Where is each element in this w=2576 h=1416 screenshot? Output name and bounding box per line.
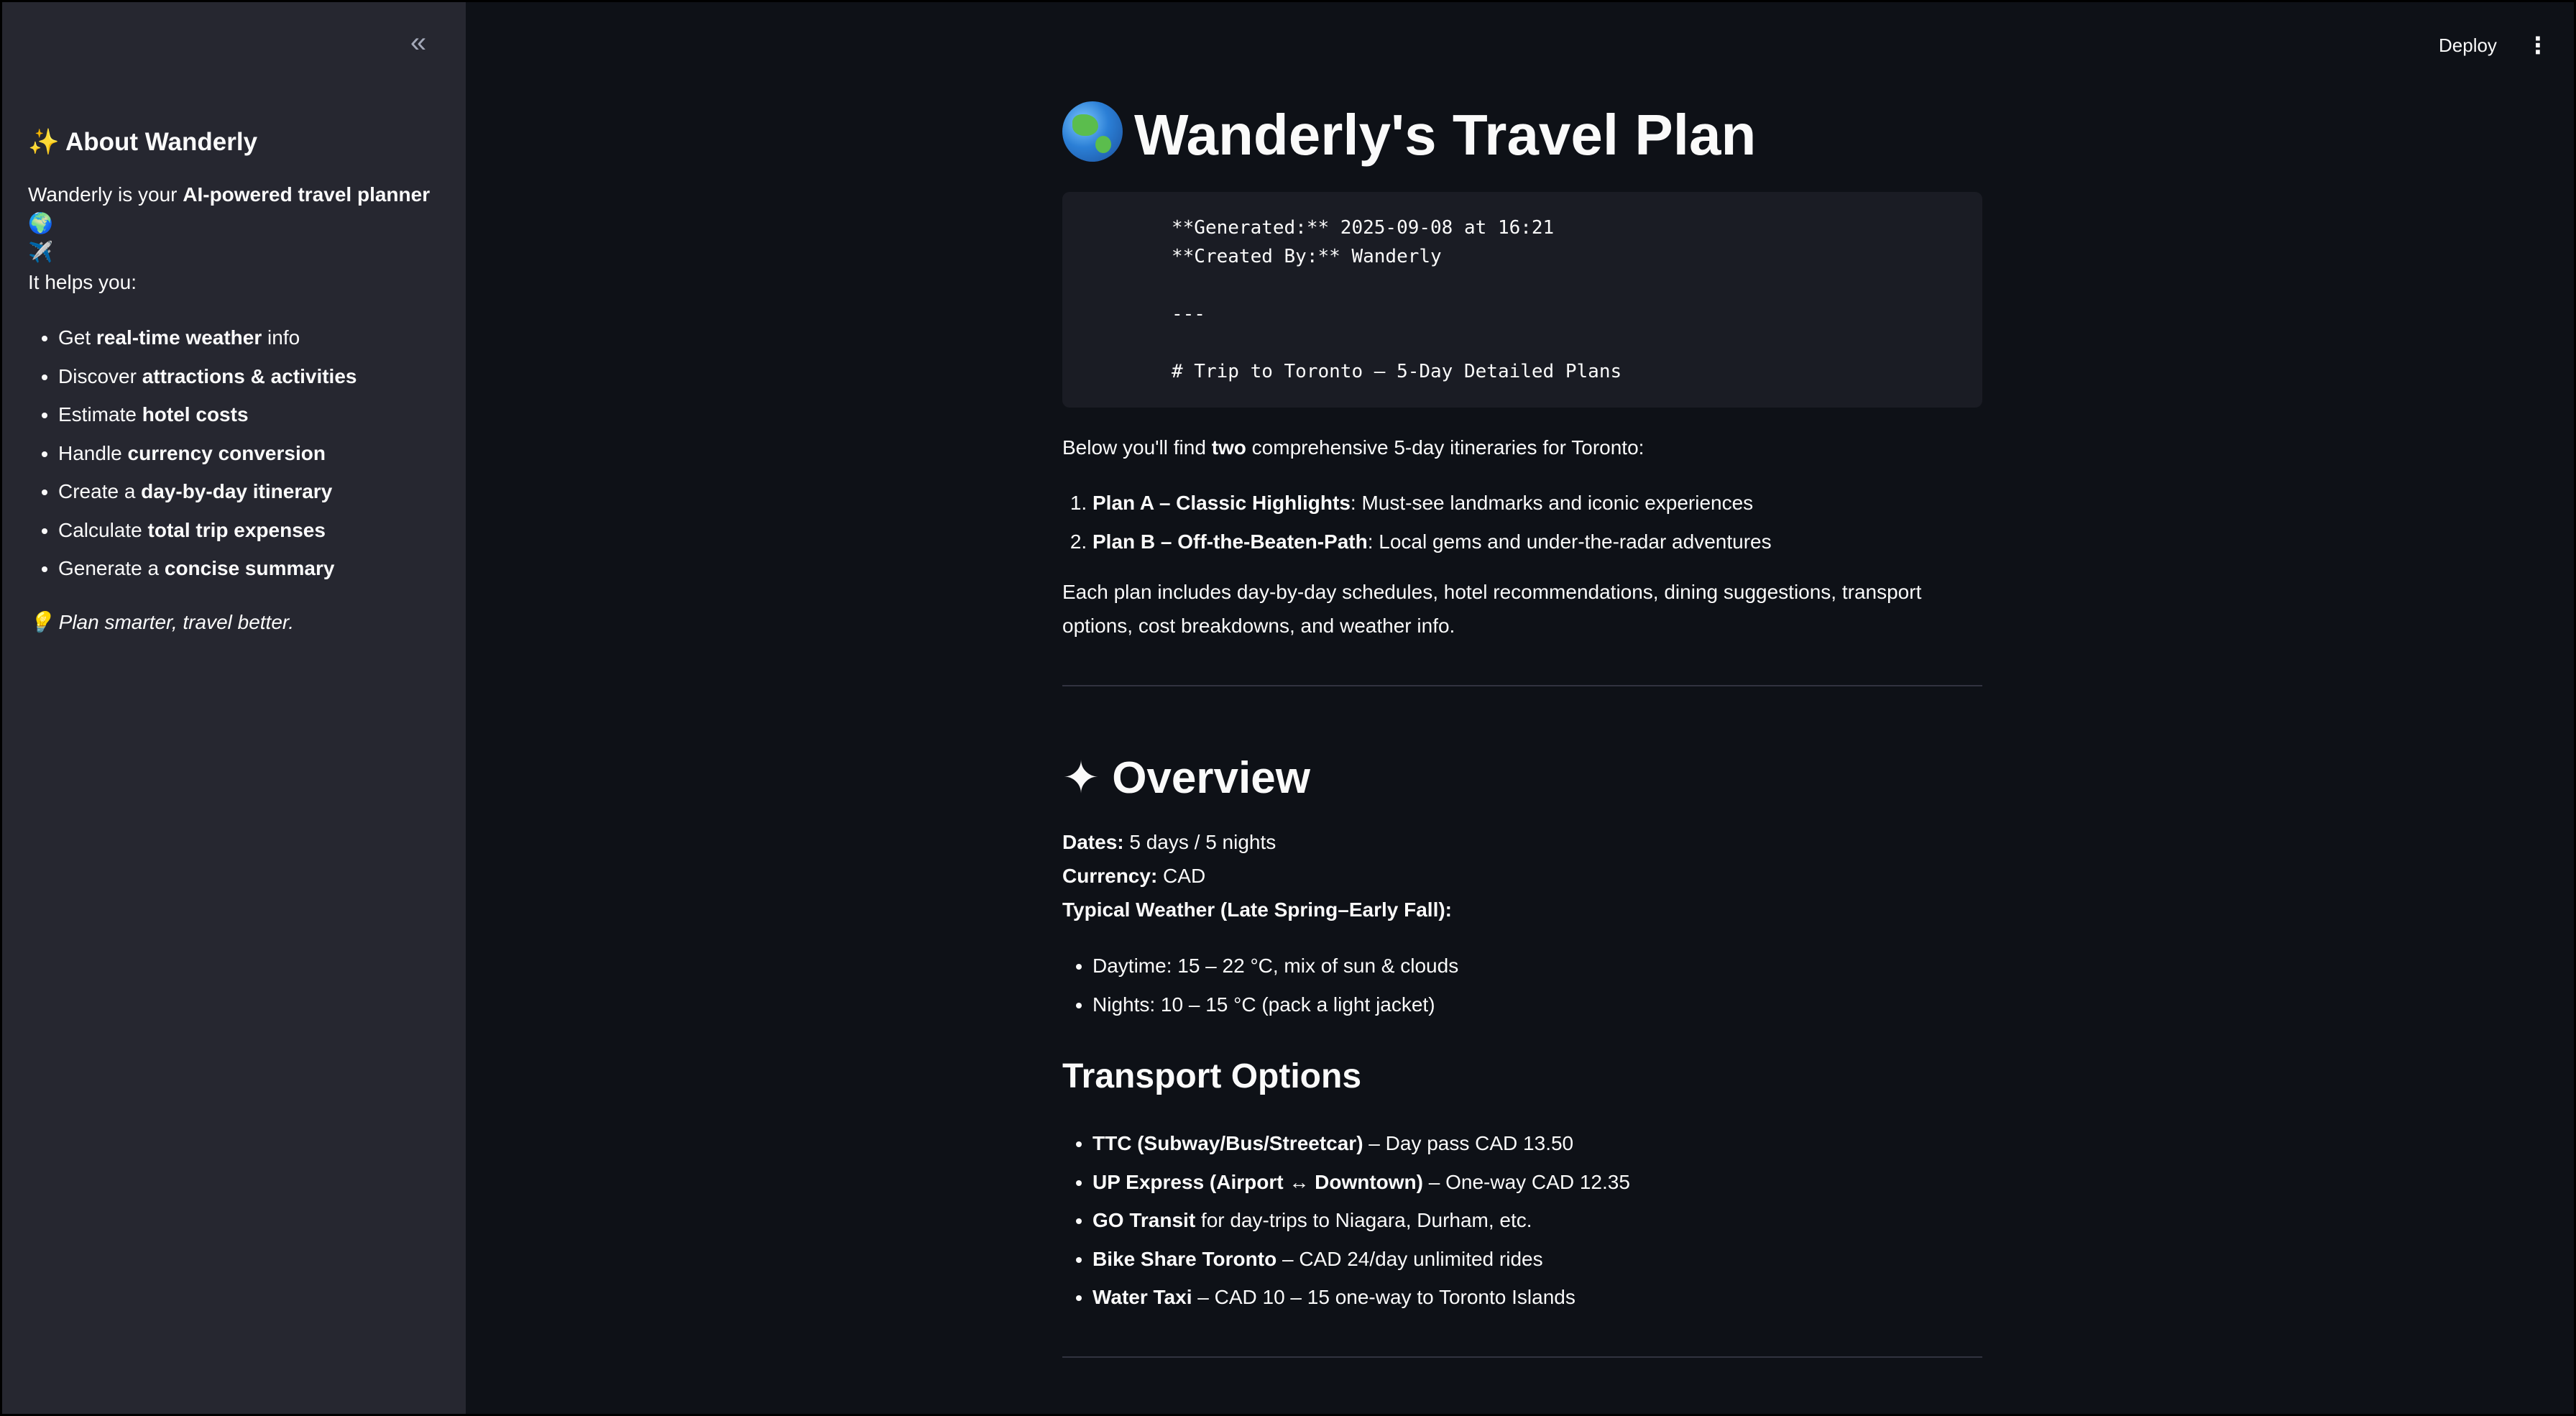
transport-list: TTC (Subway/Bus/Streetcar) – Day pass CA… [1062,1124,1630,1317]
code-line: ​ [1172,328,1982,357]
list-item: TTC (Subway/Bus/Streetcar) – Day pass CA… [1092,1124,1630,1163]
list-item: Discover attractions & activities [58,357,356,396]
list-item: Estimate hotel costs [58,395,356,434]
sidebar-title: ✨ About Wanderly [28,128,258,156]
list-item: Plan A – Classic Highlights: Must-see la… [1092,484,1772,523]
sidebar-intro-prefix: Wanderly is your [28,183,183,206]
code-line: **Created By:** Wanderly [1172,246,1442,267]
sidebar-intro-bold: AI-powered travel planner [183,183,431,206]
app-window: « ✨ About Wanderly Wanderly is your AI-p… [0,0,2576,1416]
overview-dates: Dates: 5 days / 5 nights [1062,831,1276,853]
list-item: Get real-time weather info [58,318,356,357]
list-item: GO Transit for day-trips to Niagara, Dur… [1092,1201,1630,1240]
globe-icon: 🌍 [28,212,53,234]
sparkle-icon: ✦ [1062,753,1100,803]
collapse-sidebar-icon[interactable]: « [405,28,431,57]
lightbulb-icon: 💡 [28,611,53,633]
more-menu-icon[interactable]: ⋮ [2526,31,2549,60]
transport-heading: Transport Options [1062,1057,1362,1095]
divider [1062,685,1982,686]
sidebar-tagline: 💡 Plan smarter, travel better. [28,608,294,637]
page-title: Wanderly's Travel Plan [1062,99,1756,171]
code-line: # Trip to Toronto – 5-Day Detailed Plans [1172,361,1622,382]
main-content: Wanderly's Travel Plan **Generated:** 20… [1062,2,1982,1414]
plans-description: Each plan includes day-by-day schedules,… [1062,581,1922,637]
list-item: Nights: 10 – 15 °C (pack a light jacket) [1092,985,1458,1024]
list-item: Generate a concise summary [58,549,356,588]
list-item: Water Taxi – CAD 10 – 15 one-way to Toro… [1092,1278,1630,1317]
code-line: ​ [1172,271,1982,300]
tagline-text: Plan smarter, travel better. [58,611,294,633]
list-item: Calculate total trip expenses [58,511,356,550]
sidebar: « ✨ About Wanderly Wanderly is your AI-p… [2,2,466,1414]
intro-paragraph: Below you'll find two comprehensive 5-da… [1062,436,1644,459]
weather-list: Daytime: 15 – 22 °C, mix of sun & clouds… [1062,947,1458,1024]
list-item: Handle currency conversion [58,434,356,473]
plans-list: Plan A – Classic Highlights: Must-see la… [1062,484,1772,561]
sidebar-intro: Wanderly is your AI-powered travel plann… [28,180,445,267]
sidebar-helps-label: It helps you: [28,271,137,293]
list-item: UP Express (Airport ↔ Downtown) – One-wa… [1092,1163,1630,1202]
list-item: Create a day-by-day itinerary [58,472,356,511]
code-line: **Generated:** 2025-09-08 at 16:21 [1172,217,1555,239]
overview-weather-label: Typical Weather (Late Spring–Early Fall)… [1062,898,1452,921]
globe-icon [1062,101,1123,162]
list-item: Plan B – Off-the-Beaten-Path: Local gems… [1092,523,1772,561]
code-block: **Generated:** 2025-09-08 at 16:21 **Crea… [1062,192,1982,408]
list-item: Bike Share Toronto – CAD 24/day unlimite… [1092,1240,1630,1279]
deploy-button[interactable]: Deploy [2439,31,2497,60]
divider [1062,1356,1982,1358]
code-line: --- [1172,303,1205,325]
list-item: Daytime: 15 – 22 °C, mix of sun & clouds [1092,947,1458,985]
overview-currency: Currency: CAD [1062,865,1206,887]
sidebar-feature-list: Get real-time weather info Discover attr… [28,318,356,588]
page-title-text: Wanderly's Travel Plan [1134,103,1757,167]
airplane-icon: ✈️ [28,241,53,263]
overview-heading: ✦ Overview [1062,750,1310,807]
overview-heading-text: Overview [1112,753,1310,803]
